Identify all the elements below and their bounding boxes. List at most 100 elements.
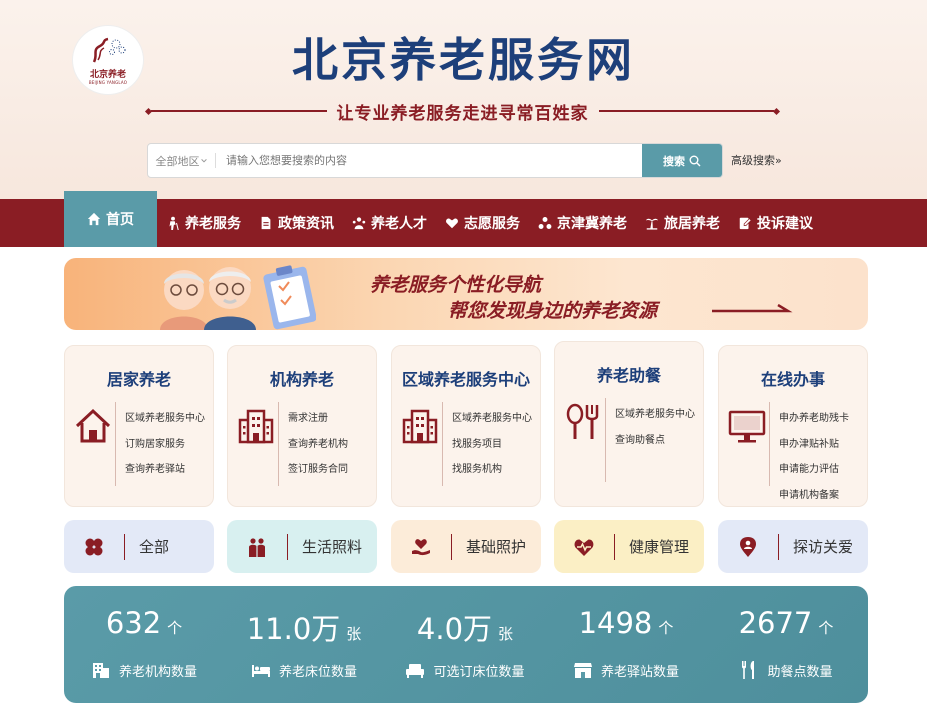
slogan: 让专业养老服务走进寻常百姓家 <box>336 103 589 124</box>
edit-icon <box>739 217 752 230</box>
nav-item-complaints[interactable]: 投诉建议 <box>729 199 822 247</box>
card-regional-center: 区域养老服务中心 区域养老服务中心 找服务项目 找服务机构 <box>391 345 541 507</box>
search-icon <box>689 155 701 166</box>
category-divider <box>287 533 288 560</box>
card-link[interactable]: 区域养老服务中心 <box>125 406 205 432</box>
institution-icon <box>92 663 109 678</box>
category-label: 生活照料 <box>302 538 363 556</box>
stat-bookable-beds: 4.0万张 可选订床位数量 <box>385 586 545 703</box>
card-title[interactable]: 养老助餐 <box>555 362 703 386</box>
care-hand-icon <box>412 538 430 555</box>
card-link[interactable]: 申办养老助残卡 <box>779 406 849 432</box>
card-title[interactable]: 在线办事 <box>719 366 867 390</box>
stat-label: 可选订床位数量 <box>433 664 525 680</box>
category-all[interactable]: 全部 <box>64 520 214 573</box>
nav-item-label: 志愿服务 <box>464 216 520 232</box>
stat-value-row: 1498 个 <box>546 606 706 640</box>
category-filters: 全部 生活照料 基础照护 健康管理 探访关爱 <box>64 520 868 573</box>
category-visit[interactable]: 探访关爱 <box>718 520 868 573</box>
search-input[interactable] <box>216 144 642 177</box>
house-icon <box>75 408 111 443</box>
card-link[interactable]: 区域养老服务中心 <box>615 402 695 428</box>
card-title[interactable]: 机构养老 <box>228 366 376 390</box>
location-person-icon <box>740 536 756 557</box>
stat-label-row: 养老驿站数量 <box>546 660 706 680</box>
home-icon <box>87 212 101 226</box>
stat-label: 养老机构数量 <box>118 664 197 680</box>
nav-item-policy[interactable]: 政策资讯 <box>250 199 343 247</box>
slogan-divider <box>598 110 774 112</box>
card-link[interactable]: 申办津贴补贴 <box>779 432 849 458</box>
card-title[interactable]: 居家养老 <box>65 366 213 390</box>
card-link[interactable]: 申请能力评估 <box>779 457 849 483</box>
category-divider <box>124 533 125 560</box>
bed-icon <box>251 665 270 677</box>
slogan-divider <box>151 110 327 112</box>
nav-item-label: 投诉建议 <box>757 216 813 232</box>
stat-institutions: 632 个 养老机构数量 <box>64 586 224 703</box>
advanced-search-link[interactable]: 高级搜索» <box>731 152 782 168</box>
stat-unit: 个 <box>167 619 183 637</box>
banner-subheading: 帮您发现身边的养老资源 <box>448 300 658 322</box>
stat-stations: 1498 个 养老驿站数量 <box>546 586 706 703</box>
stat-label: 养老床位数量 <box>278 664 357 680</box>
stat-label: 助餐点数量 <box>767 664 833 680</box>
nav-item-label: 政策资讯 <box>278 216 334 232</box>
nav-item-label: 养老服务 <box>185 216 241 232</box>
utensils-icon <box>742 661 755 679</box>
stat-beds: 11.0万张 养老床位数量 <box>224 586 384 703</box>
site-title: 北京养老服务网 <box>292 33 635 87</box>
category-daily-care[interactable]: 生活照料 <box>227 520 377 573</box>
navigation-banner[interactable]: 养老服务个性化导航 帮您发现身边的养老资源 <box>64 258 868 330</box>
nav-item-volunteer[interactable]: 志愿服务 <box>436 199 529 247</box>
slogan-diamond <box>144 107 153 115</box>
card-link[interactable]: 签订服务合同 <box>288 457 348 483</box>
building-icon <box>238 409 274 444</box>
nav-item-elder-services[interactable]: 养老服务 <box>157 199 250 247</box>
nav-item-home[interactable]: 首页 <box>64 191 157 247</box>
card-link[interactable]: 查询养老机构 <box>288 432 348 458</box>
stat-unit: 个 <box>658 619 674 637</box>
stat-label-row: 养老机构数量 <box>64 660 224 680</box>
slogan-row: 让专业养老服务走进寻常百姓家 <box>144 100 781 124</box>
stat-label: 养老驿站数量 <box>600 664 679 680</box>
monitor-icon <box>728 410 766 443</box>
card-divider <box>115 402 116 486</box>
card-divider <box>769 402 770 486</box>
search-button-label: 搜索 <box>663 154 685 168</box>
card-title[interactable]: 区域养老服务中心 <box>392 366 540 390</box>
card-link[interactable]: 订购居家服务 <box>125 432 205 458</box>
card-link[interactable]: 申请机构备案 <box>779 483 849 509</box>
card-link[interactable]: 找服务项目 <box>452 432 532 458</box>
stat-label-row: 可选订床位数量 <box>385 660 545 680</box>
stat-label-row: 养老床位数量 <box>224 660 384 680</box>
card-institution-care: 机构养老 需求注册 查询养老机构 签订服务合同 <box>227 345 377 507</box>
search-button[interactable]: 搜索 <box>642 144 722 177</box>
card-link[interactable]: 查询助餐点 <box>615 428 695 454</box>
card-link[interactable]: 查询养老驿站 <box>125 457 205 483</box>
dining-icon <box>566 403 599 439</box>
category-divider <box>451 533 452 560</box>
region-select[interactable]: 全部地区 <box>148 153 216 168</box>
nav-item-jingjinji[interactable]: 京津冀养老 <box>529 199 636 247</box>
card-online-services: 在线办事 申办养老助残卡 申办津贴补贴 申请能力评估 申请机构备案 <box>718 345 868 507</box>
clover-icon <box>85 538 103 555</box>
category-basic-care[interactable]: 基础照护 <box>391 520 541 573</box>
nav-item-label: 旅居养老 <box>664 216 720 232</box>
category-health[interactable]: 健康管理 <box>554 520 704 573</box>
region-select-label: 全部地区 <box>155 154 200 168</box>
card-link[interactable]: 需求注册 <box>288 406 348 432</box>
card-link[interactable]: 找服务机构 <box>452 457 532 483</box>
building-icon <box>402 409 438 444</box>
nav-item-label: 京津冀养老 <box>557 216 627 232</box>
card-link[interactable]: 区域养老服务中心 <box>452 406 532 432</box>
search-bar: 全部地区 搜索 <box>147 143 723 178</box>
nav-item-sojourn[interactable]: 旅居养老 <box>636 199 729 247</box>
stat-label-row: 助餐点数量 <box>706 660 866 680</box>
chevron-down-icon <box>200 158 207 162</box>
palm-tree-icon <box>645 218 659 230</box>
nav-item-talent[interactable]: 养老人才 <box>343 199 436 247</box>
stat-value: 4.0万 <box>416 612 493 646</box>
stat-value: 632 <box>105 606 162 640</box>
category-divider <box>778 533 779 560</box>
